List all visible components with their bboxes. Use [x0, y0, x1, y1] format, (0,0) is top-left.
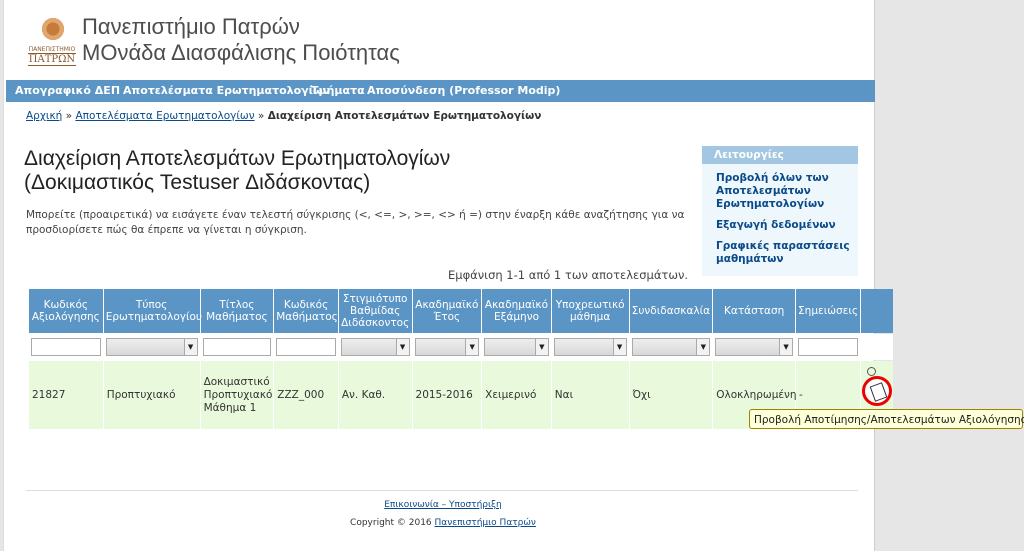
col-header-semester[interactable]: Ακαδημαϊκό Εξάμηνο [482, 289, 551, 333]
logo-text-small: ΠΑΝΕΠΙΣΤΗΜΙΟ [28, 46, 76, 53]
university-link[interactable]: Πανεπιστήμιο Πατρών [435, 518, 536, 528]
filter-notes-input[interactable] [798, 338, 858, 356]
filter-academic-year-select[interactable]: ▼ [414, 338, 480, 356]
col-header-course-code[interactable]: Κωδικός Μαθήματος [274, 289, 338, 333]
magnifier-icon [867, 367, 876, 376]
cell-semester: Χειμερινό [482, 361, 551, 429]
sidebar-item-export[interactable]: Εξαγωγή δεδομένων [716, 219, 851, 232]
page-title-line2: (Δοκιμαστικός Testuser Διδάσκοντας) [24, 171, 371, 194]
col-header-co-teaching[interactable]: Συνδιδασκαλία [629, 289, 713, 333]
col-header-academic-year[interactable]: Ακαδημαϊκό Έτος [412, 289, 482, 333]
cell-instructor-rank: Αν. Καθ. [338, 361, 412, 429]
chevron-down-icon: ▼ [465, 339, 479, 355]
sidebar-list: Προβολή όλων των Αποτελεσμάτων Ερωτηματο… [702, 164, 858, 266]
contact-support-link[interactable]: Επικοινωνία – Υποστήριξη [384, 500, 502, 510]
cell-questionnaire-type: Προπτυχιακό [103, 361, 200, 429]
filter-row: ▼ ▼ ▼ ▼ ▼ ▼ ▼ [29, 334, 893, 360]
filter-semester-select[interactable]: ▼ [484, 338, 549, 356]
chevron-down-icon: ▼ [395, 339, 409, 355]
chevron-down-icon: ▼ [779, 339, 793, 355]
page: ΠΑΝΕΠΙΣΤΗΜΙΟ ΠΑΤΡΩΝ Πανεπιστήμιο Πατρών … [3, 0, 893, 551]
filter-course-title-input[interactable] [202, 338, 272, 356]
col-header-actions [860, 289, 893, 333]
nav-item-departments[interactable]: Τμήματα [311, 84, 365, 97]
footer-divider [26, 490, 858, 491]
page-title: Διαχείριση Αποτελεσμάτων Ερωτηματολογίων… [24, 147, 664, 195]
results-summary: Εμφάνιση 1-1 από 1 των αποτελεσμάτων. [448, 268, 689, 282]
cell-mandatory: Ναι [551, 361, 629, 429]
view-evaluation-icon[interactable] [862, 367, 892, 406]
filter-co-teaching-select[interactable]: ▼ [631, 338, 711, 356]
view-evaluation-tooltip: Προβολή Αποτίμησης/Αποτελεσμάτων Αξιολόγ… [749, 409, 1024, 429]
table-header-row: Κωδικός Αξιολόγησης Τύπος Ερωτηματολογίο… [29, 289, 893, 333]
cell-course-code: ZZZ_000 [274, 361, 338, 429]
main-nav: Απογραφικό ΔΕΠ Αποτελέσματα Ερωτηματολογ… [6, 80, 875, 102]
sidebar-heading: Λειτουργίες [702, 146, 858, 164]
site-title: Πανεπιστήμιο Πατρών ΜΟνάδα Διασφάλισης Π… [82, 14, 400, 66]
cell-evaluation-code: 21827 [29, 361, 103, 429]
filter-mandatory-select[interactable]: ▼ [553, 338, 627, 356]
filter-instructor-rank-select[interactable]: ▼ [340, 338, 410, 356]
nav-item-logout[interactable]: Αποσύνδεση (Professor Modip) [367, 84, 560, 97]
col-header-status[interactable]: Κατάσταση [713, 289, 796, 333]
intro-text: Μπορείτε (προαιρετικά) να εισάγετε έναν … [26, 209, 685, 236]
logo-emblem-icon [40, 16, 66, 42]
breadcrumb-results-link[interactable]: Αποτελέσματα Ερωτηματολογίων [75, 110, 254, 122]
col-header-notes[interactable]: Σημειώσεις [796, 289, 860, 333]
filter-questionnaire-type-select[interactable]: ▼ [105, 338, 198, 356]
cell-course-title: Δοκιμαστικό Προπτυχιακό Μάθημα 1 [200, 361, 274, 429]
breadcrumb-separator: » [65, 110, 73, 122]
cell-co-teaching: Όχι [629, 361, 713, 429]
cell-academic-year: 2015-2016 [412, 361, 482, 429]
nav-item-apografiko[interactable]: Απογραφικό ΔΕΠ [15, 84, 120, 97]
col-header-instructor-rank[interactable]: Στιγμιότυπο Βαθμίδας Διδάσκοντος [338, 289, 412, 333]
breadcrumb-current: Διαχείριση Αποτελεσμάτων Ερωτηματολογίων [267, 110, 542, 122]
site-header: ΠΑΝΕΠΙΣΤΗΜΙΟ ΠΑΤΡΩΝ Πανεπιστήμιο Πατρών … [4, 0, 874, 78]
chevron-down-icon: ▼ [612, 339, 626, 355]
operations-sidebar: Λειτουργίες Προβολή όλων των Αποτελεσμάτ… [702, 146, 858, 276]
site-title-line2: ΜΟνάδα Διασφάλισης Ποιότητας [82, 40, 400, 65]
page-title-line1: Διαχείριση Αποτελεσμάτων Ερωτηματολογίων [24, 147, 451, 170]
col-header-questionnaire-type[interactable]: Τύπος Ερωτηματολογίου [103, 289, 202, 333]
sidebar-item-view-all[interactable]: Προβολή όλων των Αποτελεσμάτων Ερωτηματο… [716, 172, 851, 211]
filter-status-select[interactable]: ▼ [715, 338, 794, 356]
filter-evaluation-code-input[interactable] [31, 338, 101, 356]
breadcrumb-separator: » [257, 110, 265, 122]
chevron-down-icon: ▼ [696, 339, 710, 355]
col-header-evaluation-code[interactable]: Κωδικός Αξιολόγησης [29, 289, 103, 333]
nav-item-results[interactable]: Αποτελέσματα Ερωτηματολογίων [123, 84, 330, 97]
col-header-course-title[interactable]: Τίτλος Μαθήματος [200, 289, 274, 333]
site-title-line1: Πανεπιστήμιο Πατρών [82, 14, 300, 39]
chevron-down-icon: ▼ [534, 339, 548, 355]
breadcrumb-home-link[interactable]: Αρχική [26, 110, 62, 122]
sidebar-item-charts[interactable]: Γραφικές παραστάσεις μαθημάτων [716, 240, 851, 266]
chevron-down-icon: ▼ [183, 339, 197, 355]
copyright-text: Copyright © 2016 [350, 518, 432, 528]
document-icon [869, 382, 888, 402]
col-header-mandatory[interactable]: Υποχρεωτικό μάθημα [551, 289, 629, 333]
university-logo[interactable]: ΠΑΝΕΠΙΣΤΗΜΙΟ ΠΑΤΡΩΝ [28, 16, 76, 68]
breadcrumb: Αρχική » Αποτελέσματα Ερωτηματολογίων » … [26, 110, 541, 122]
footer-contact: Επικοινωνία – Υποστήριξη [4, 500, 882, 510]
footer-copyright: Copyright © 2016 Πανεπιστήμιο Πατρών [4, 518, 882, 528]
filter-course-code-input[interactable] [276, 338, 336, 356]
logo-text-big: ΠΑΤΡΩΝ [28, 53, 76, 66]
